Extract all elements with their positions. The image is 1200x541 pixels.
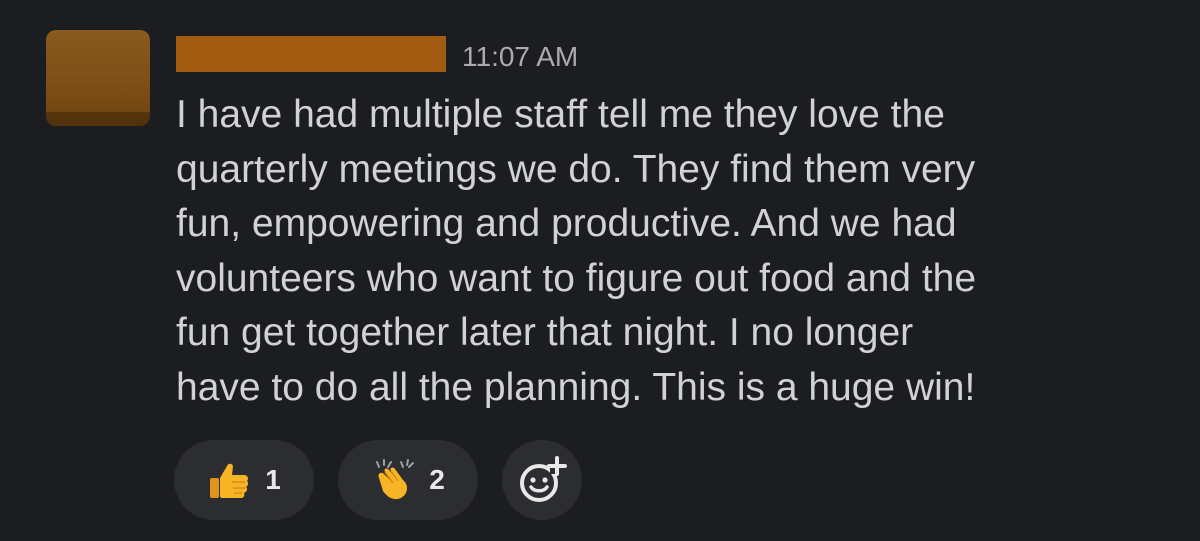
message-line: have to do all the planning. This is a h…	[176, 365, 976, 409]
reaction-count: 1	[265, 464, 281, 495]
message-timestamp[interactable]: 11:07 AM	[462, 40, 578, 74]
message-line: volunteers who want to figure out food a…	[176, 256, 977, 300]
clapping-hands-icon	[371, 458, 415, 502]
add-reaction-icon	[516, 454, 568, 506]
reactions-bar: 1 2	[174, 440, 582, 520]
avatar-shade	[46, 112, 150, 126]
message-body: I have had multiple staff tell me they l…	[176, 88, 1166, 415]
redacted-username[interactable]	[176, 36, 446, 72]
thumbs-up-icon	[207, 458, 251, 502]
message-line: I have had multiple staff tell me they l…	[176, 93, 945, 136]
add-reaction-button[interactable]	[502, 440, 582, 520]
avatar[interactable]	[46, 30, 150, 126]
reaction-count: 2	[429, 464, 445, 495]
reaction-clapping-hands[interactable]: 2	[338, 440, 478, 520]
message-line: quarterly meetings we do. They find them…	[176, 147, 976, 191]
reaction-thumbs-up[interactable]: 1	[174, 440, 314, 520]
message-line: fun, empowering and productive. And we h…	[176, 202, 957, 245]
message-line: fun get together later that night. I no …	[176, 311, 914, 354]
